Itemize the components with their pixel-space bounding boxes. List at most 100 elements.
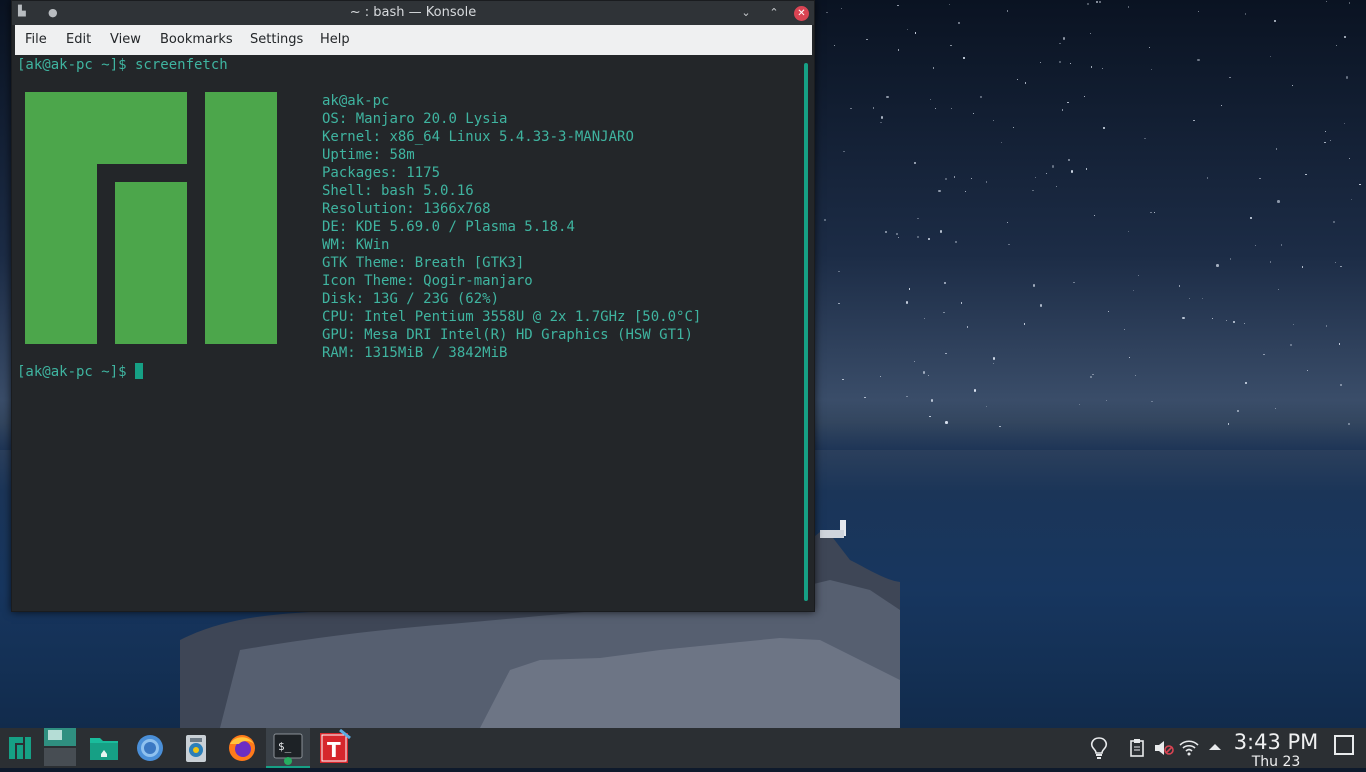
star [1274, 407, 1277, 410]
prompt-line[interactable]: [ak@ak-pc ~]$ [17, 363, 144, 380]
star [880, 116, 884, 119]
chromium-icon[interactable] [130, 728, 170, 768]
info-key: DE: [322, 219, 348, 235]
star [1229, 258, 1232, 260]
star [1006, 10, 1009, 12]
star [880, 122, 882, 124]
star [1000, 142, 1003, 144]
star [938, 189, 941, 193]
star [1045, 172, 1048, 175]
info-key: GPU: [322, 327, 356, 343]
info-value: 58m [381, 147, 415, 163]
info-value: Breath [GTK3] [406, 255, 525, 271]
maximize-button[interactable]: ⌃ [765, 4, 783, 22]
info-key: WM: [322, 237, 348, 253]
star [1225, 319, 1228, 321]
star [1092, 373, 1094, 376]
star [1148, 46, 1151, 49]
star [866, 38, 868, 41]
firefox-icon[interactable] [222, 728, 262, 768]
star [1040, 61, 1042, 64]
star [927, 237, 931, 241]
expand-tray-icon[interactable] [1208, 742, 1222, 752]
star [914, 32, 917, 34]
menu-file[interactable]: File [25, 32, 47, 47]
star [944, 282, 946, 284]
konsole-icon[interactable]: $_ [266, 728, 310, 768]
info-value: Manjaro 20.0 Lysia [347, 111, 508, 127]
star [1335, 261, 1337, 264]
software-manager-icon[interactable] [176, 728, 216, 768]
star [1301, 266, 1304, 268]
virtual-desktop-pager-icon[interactable] [42, 728, 82, 768]
star [1201, 297, 1203, 300]
info-key: OS: [322, 111, 348, 127]
star [992, 119, 995, 122]
minimize-button[interactable]: ⌄ [737, 4, 755, 22]
star [945, 352, 947, 354]
manjaro-menu-icon[interactable] [0, 728, 40, 768]
star [950, 107, 953, 110]
info-row: RAM: 1315MiB / 3842MiB [322, 344, 701, 362]
star [1039, 304, 1043, 307]
star [1340, 384, 1342, 386]
menu-help[interactable]: Help [320, 32, 350, 47]
star [1083, 96, 1086, 98]
star [1055, 185, 1058, 187]
digital-clock[interactable]: 3:43 PM Thu 23 [1228, 728, 1324, 770]
star [939, 230, 943, 233]
menu-bookmarks[interactable]: Bookmarks [160, 32, 233, 47]
star [1023, 323, 1026, 325]
info-row: GPU: Mesa DRI Intel(R) HD Graphics (HSW … [322, 326, 701, 344]
clipboard-icon[interactable] [1128, 738, 1146, 758]
info-value: KWin [347, 237, 390, 253]
star [1061, 109, 1064, 111]
star [1127, 230, 1130, 232]
info-row: DE: KDE 5.69.0 / Plasma 5.18.4 [322, 218, 701, 236]
star [1307, 369, 1309, 372]
star [1244, 13, 1247, 15]
star [980, 96, 982, 98]
wifi-icon[interactable] [1178, 737, 1200, 757]
star [992, 362, 994, 365]
star [1291, 84, 1294, 87]
star [1068, 159, 1070, 161]
star [1151, 400, 1153, 403]
konsole-window[interactable]: ▙ ● ~ : bash — Konsole ⌄ ⌃ ✕ File Edit V… [11, 0, 815, 612]
user-host: ak@ak-pc [322, 93, 390, 109]
info-row: Disk: 13G / 23G (62%) [322, 290, 701, 308]
star [1107, 310, 1110, 312]
star [1123, 328, 1126, 331]
star [1089, 32, 1092, 35]
file-manager-icon[interactable] [84, 728, 124, 768]
menu-settings[interactable]: Settings [250, 32, 303, 47]
terminal-scrollbar[interactable] [804, 63, 808, 601]
star [1325, 130, 1327, 132]
info-row: Kernel: x86_64 Linux 5.4.33-3-MANJARO [322, 128, 701, 146]
menu-edit[interactable]: Edit [66, 32, 91, 47]
window-titlebar[interactable]: ▙ ● ~ : bash — Konsole ⌄ ⌃ ✕ [12, 1, 814, 25]
show-desktop-button[interactable] [1334, 735, 1354, 755]
taskbar: $_ T [0, 728, 1366, 768]
star [1150, 68, 1153, 71]
star [826, 11, 828, 14]
menu-view[interactable]: View [110, 32, 141, 47]
star [1347, 422, 1351, 426]
star [1340, 265, 1342, 267]
star [1274, 20, 1276, 22]
star [864, 396, 866, 399]
star [1188, 298, 1191, 300]
star [1292, 323, 1295, 326]
close-button[interactable]: ✕ [794, 6, 809, 21]
menubar: File Edit View Bookmarks Settings Help [15, 25, 812, 55]
star [1069, 62, 1072, 65]
terminal-area[interactable]: [ak@ak-pc ~]$ screenfetch ak@ak-pc OS: M… [12, 55, 814, 611]
star [838, 271, 840, 273]
manjaro-logo [25, 92, 277, 344]
star [1127, 6, 1130, 8]
volume-muted-icon[interactable] [1153, 738, 1175, 758]
typora-icon[interactable]: T [312, 728, 356, 768]
star [999, 425, 1001, 428]
clock-time: 3:43 PM [1233, 730, 1319, 754]
lightbulb-icon[interactable] [1088, 736, 1110, 760]
